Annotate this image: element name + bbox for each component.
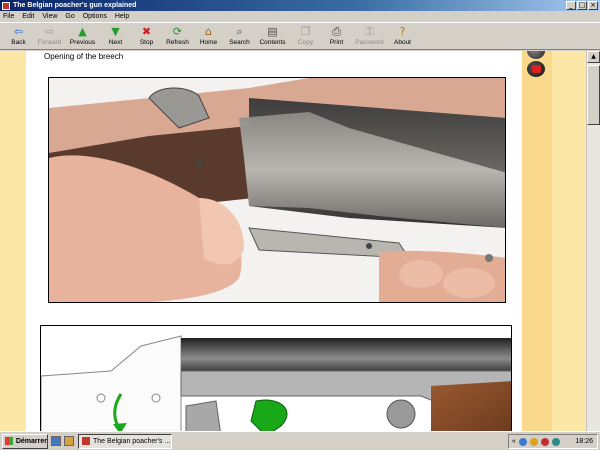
print-button[interactable]: ⎙ Print — [321, 23, 352, 50]
menu-go[interactable]: Go — [65, 13, 74, 20]
search-button[interactable]: ⌕ Search — [224, 23, 255, 50]
stop-icon: ✖ — [141, 25, 152, 38]
app-icon — [82, 437, 90, 445]
contents-label: Contents — [259, 39, 286, 46]
about-icon: ? — [399, 25, 406, 38]
vertical-scrollbar[interactable]: ▲ — [586, 51, 600, 431]
quick-launch-desktop-icon[interactable] — [51, 436, 61, 446]
back-label: Back — [11, 39, 26, 46]
search-label: Search — [229, 39, 250, 46]
about-button[interactable]: ? About — [387, 23, 418, 50]
forward-label: Forward — [37, 39, 62, 46]
menu-view[interactable]: View — [42, 13, 57, 20]
side-navigation-strip — [522, 51, 552, 431]
maximize-button[interactable]: □ — [577, 1, 587, 10]
print-label: Print — [329, 39, 344, 46]
previous-arrow-icon: ▲ — [78, 25, 87, 38]
content-area[interactable]: Opening of the breech ▲ — [0, 51, 600, 431]
mechanism-diagram — [40, 325, 512, 431]
search-icon: ⌕ — [236, 25, 243, 38]
taskbar-window-button[interactable]: The Belgian poacher's ... — [78, 433, 172, 449]
password-button[interactable]: ⚿ Password — [352, 23, 387, 50]
previous-button[interactable]: ▲ Previous — [65, 23, 100, 50]
copy-button[interactable]: ❐ Copy — [290, 23, 321, 50]
clock: 18:26 — [575, 438, 593, 445]
start-label: Démarrer — [15, 437, 47, 445]
start-button[interactable]: Démarrer — [2, 433, 48, 449]
page-nav-button[interactable] — [527, 61, 545, 77]
network-icon[interactable] — [518, 437, 527, 446]
page: Opening of the breech — [26, 51, 522, 431]
refresh-button[interactable]: ⟳ Refresh — [162, 23, 193, 50]
scroll-up-arrow-icon[interactable]: ▲ — [587, 51, 600, 63]
home-button[interactable]: ⌂ Home — [193, 23, 224, 50]
page-heading: Opening of the breech — [44, 52, 124, 61]
key-icon: ⚿ — [365, 25, 374, 38]
contents-icon: ▤ — [267, 25, 278, 38]
taskbar-window-label: The Belgian poacher's ... — [93, 437, 171, 445]
volume-icon[interactable] — [551, 437, 560, 446]
stop-button[interactable]: ✖ Stop — [131, 23, 162, 50]
contents-button[interactable]: ▤ Contents — [255, 23, 290, 50]
quick-launch-folder-icon[interactable] — [64, 436, 74, 446]
menu-bar: File Edit View Go Options Help — [0, 11, 600, 22]
password-label: Password — [355, 39, 384, 46]
next-label: Next — [108, 39, 123, 46]
next-arrow-icon: ▼ — [111, 25, 120, 38]
system-tray: « 18:26 — [508, 434, 598, 449]
windows-flag-icon — [5, 437, 13, 445]
copy-label: Copy — [297, 39, 314, 46]
copy-icon: ❐ — [300, 25, 311, 38]
tray-expand-icon[interactable]: « — [512, 438, 516, 445]
stop-label: Stop — [139, 39, 154, 46]
home-label: Home — [199, 39, 218, 46]
menu-edit[interactable]: Edit — [22, 13, 34, 20]
previous-label: Previous — [69, 39, 96, 46]
scroll-thumb[interactable] — [587, 65, 600, 125]
refresh-label: Refresh — [166, 39, 189, 46]
back-arrow-icon: ⇦ — [13, 25, 24, 38]
antivirus-icon[interactable] — [529, 437, 538, 446]
close-button[interactable]: × — [588, 1, 598, 10]
taskbar: Démarrer The Belgian poacher's ... « 18:… — [0, 431, 600, 450]
back-button[interactable]: ⇦ Back — [3, 23, 34, 50]
app-icon — [2, 1, 10, 10]
refresh-icon: ⟳ — [172, 25, 183, 38]
menu-help[interactable]: Help — [115, 13, 129, 20]
window-title-bar[interactable]: The Belgian poacher's gun explained _ □ … — [0, 0, 600, 11]
forward-button[interactable]: ⇨ Forward — [34, 23, 65, 50]
toolbar: ⇦ Back ⇨ Forward ▲ Previous ▼ Next ✖ Stop ⟳ Refresh… — [0, 22, 600, 50]
menu-options[interactable]: Options — [83, 13, 107, 20]
window-title: The Belgian poacher's gun explained — [13, 2, 137, 9]
minimize-button[interactable]: _ — [566, 1, 576, 10]
breech-photo — [48, 77, 506, 303]
forward-arrow-icon: ⇨ — [44, 25, 55, 38]
security-icon[interactable] — [540, 437, 549, 446]
print-icon: ⎙ — [332, 25, 341, 38]
home-icon: ⌂ — [205, 25, 212, 38]
menu-file[interactable]: File — [3, 13, 14, 20]
about-label: About — [394, 39, 411, 46]
next-button[interactable]: ▼ Next — [100, 23, 131, 50]
